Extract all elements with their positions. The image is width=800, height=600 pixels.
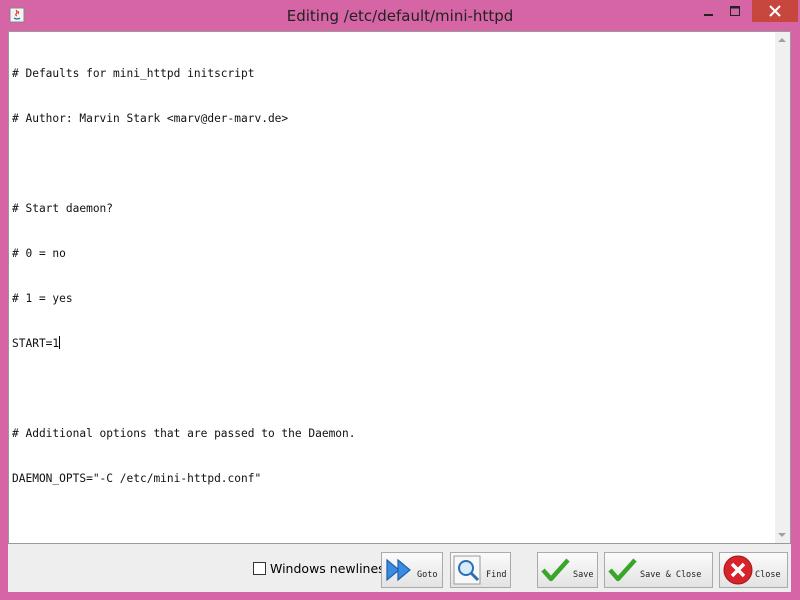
editor-area[interactable]: # Defaults for mini_httpd initscript # A… [8,31,791,544]
close-x-icon [723,555,753,585]
windows-newlines-checkbox[interactable] [253,562,266,575]
vertical-scrollbar[interactable] [775,32,790,543]
save-label: Save [573,570,594,580]
scroll-up-arrow-icon[interactable] [778,38,786,42]
editor-line[interactable]: # Defaults for mini_httpd initscript [12,66,772,81]
scroll-down-arrow-icon[interactable] [778,533,786,537]
maximize-button[interactable] [722,0,748,22]
close-icon [769,5,781,17]
editor-line[interactable]: # Start daemon? [12,201,772,216]
find-label: Find [486,570,507,580]
save-close-label: Save & Close [640,570,702,580]
goto-button[interactable]: Goto [381,552,443,588]
editor-line[interactable] [12,156,772,171]
minimize-icon [704,14,713,16]
maximize-icon [730,6,740,16]
editor-line[interactable]: # 1 = yes [12,291,772,306]
save-button[interactable]: Save [537,552,598,588]
checkmark-icon [608,558,637,582]
goto-label: Goto [417,570,438,580]
editor-line[interactable]: # Author: Marvin Stark <marv@der-marv.de… [12,111,772,126]
text-caret [59,336,61,349]
windows-newlines-label: Windows newlines [270,561,385,576]
editor-line[interactable]: # Additional options that are passed to … [12,426,772,441]
editor-line-current[interactable]: START=1 [12,336,772,351]
windows-newlines-option[interactable]: Windows newlines [253,561,385,576]
editor-line[interactable] [12,381,772,396]
editor-window: Editing /etc/default/mini-httpd # Defaul… [0,0,800,600]
button-bar: Windows newlines Goto Find Save Save & C… [8,544,791,592]
title-bar[interactable]: Editing /etc/default/mini-httpd [0,0,800,32]
editor-line[interactable]: # 0 = no [12,246,772,261]
text-editor[interactable]: # Defaults for mini_httpd initscript # A… [9,32,775,543]
window-close-button[interactable] [752,0,798,22]
magnifier-icon [453,555,481,585]
close-label: Close [755,570,781,580]
checkmark-icon [541,558,570,582]
editor-line-text[interactable]: START=1 [12,337,59,350]
window-title: Editing /etc/default/mini-httpd [286,7,514,25]
editor-line[interactable]: DAEMON_OPTS="-C /etc/mini-httpd.conf" [12,471,772,486]
save-close-button[interactable]: Save & Close [604,552,713,588]
close-button[interactable]: Close [719,552,788,588]
minimize-button[interactable] [696,0,722,22]
double-arrow-icon [386,558,411,582]
find-button[interactable]: Find [450,552,511,588]
